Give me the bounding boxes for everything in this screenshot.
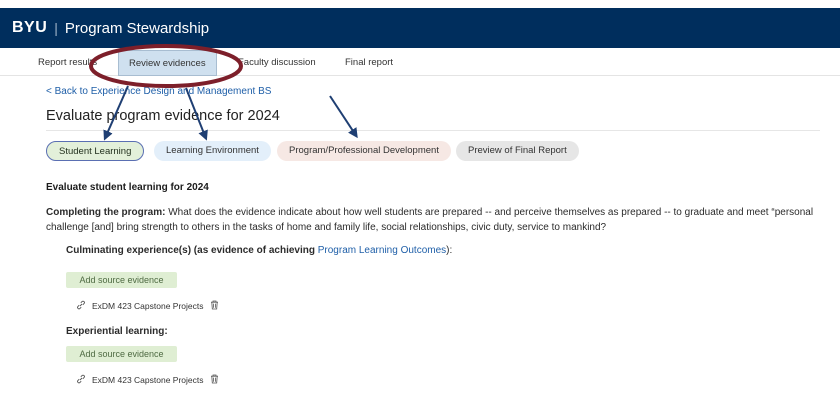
trash-icon[interactable] — [210, 374, 219, 386]
culminating-heading: Culminating experience(s) (as evidence o… — [66, 245, 452, 256]
completing-program-lead: Completing the program: — [46, 207, 166, 218]
tab-review-evidences[interactable]: Review evidences — [118, 50, 217, 76]
completing-program-paragraph: Completing the program: What does the ev… — [46, 205, 826, 235]
evidence-title[interactable]: ExDM 423 Capstone Projects — [92, 301, 204, 311]
experiential-heading: Experiential learning: — [66, 326, 168, 337]
add-source-evidence-button-culminating[interactable]: Add source evidence — [66, 272, 177, 288]
evidence-item-culminating[interactable]: ExDM 423 Capstone Projects — [76, 300, 219, 312]
page-title: Evaluate program evidence for 2024 — [46, 108, 280, 124]
section-heading: Evaluate student learning for 2024 — [46, 182, 209, 193]
trash-icon[interactable] — [210, 300, 219, 312]
program-learning-outcomes-link[interactable]: Program Learning Outcomes — [318, 245, 446, 256]
tab-final-report[interactable]: Final report — [345, 50, 393, 76]
back-link[interactable]: < Back to Experience Design and Manageme… — [46, 86, 271, 97]
link-icon — [76, 374, 86, 386]
header-separator: | — [54, 20, 58, 36]
byu-logo[interactable]: BYU — [12, 19, 47, 37]
evidence-title[interactable]: ExDM 423 Capstone Projects — [92, 375, 204, 385]
pill-learning-environment[interactable]: Learning Environment — [154, 141, 271, 161]
title-divider — [46, 130, 820, 131]
app-title[interactable]: Program Stewardship — [65, 20, 209, 37]
annotation-arrow-3 — [329, 95, 358, 139]
evidence-item-experiential[interactable]: ExDM 423 Capstone Projects — [76, 374, 219, 386]
culminating-heading-tail: ): — [446, 245, 453, 256]
pill-program-professional-development[interactable]: Program/Professional Development — [277, 141, 451, 161]
link-icon — [76, 300, 86, 312]
tab-report-results[interactable]: Report results — [38, 50, 97, 76]
tab-faculty-discussion[interactable]: Faculty discussion — [238, 50, 316, 76]
pill-preview-final-report[interactable]: Preview of Final Report — [456, 141, 579, 161]
add-source-evidence-button-experiential[interactable]: Add source evidence — [66, 346, 177, 362]
culminating-heading-text: Culminating experience(s) (as evidence o… — [66, 245, 318, 256]
pill-student-learning[interactable]: Student Learning — [46, 141, 145, 161]
top-navigation-bar: BYU | Program Stewardship — [0, 8, 840, 48]
tab-bar: Report results Review evidences Faculty … — [0, 50, 840, 76]
